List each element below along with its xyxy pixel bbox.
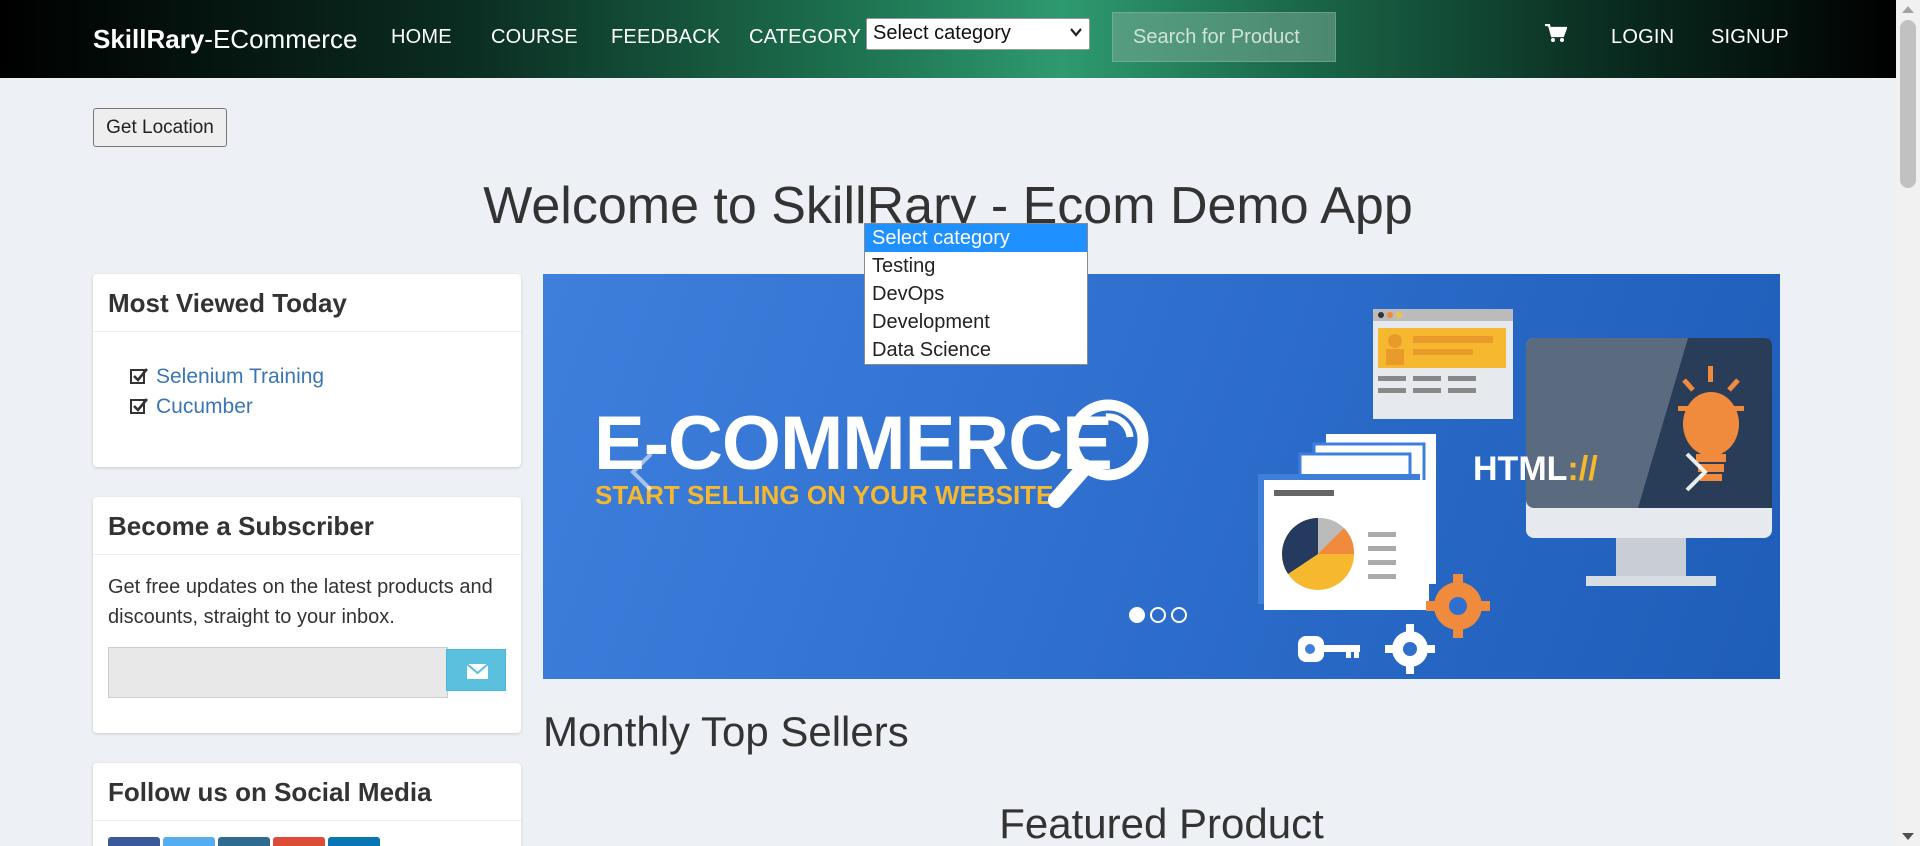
featured-product-heading: Featured Product [999,800,1324,846]
carousel-next-icon[interactable] [1683,452,1709,502]
envelope-icon [466,663,489,679]
carousel-indicators [1129,607,1192,628]
nav-category[interactable]: CATEGORY [749,26,861,49]
checkbox-icon [130,366,149,384]
social-panel: Follow us on Social Media [93,763,521,846]
twitter-button[interactable] [163,837,215,846]
social-buttons [108,837,383,846]
brand-logo[interactable]: SkillRary-ECommerce [93,24,357,55]
top-navbar: SkillRary-ECommerce HOME COURSE FEEDBACK… [0,0,1896,78]
carousel-dot-2[interactable] [1150,607,1166,623]
carousel-prev-icon[interactable] [629,452,655,502]
monitor-html-text: HTML:// [1473,450,1598,488]
email-field[interactable] [108,647,448,698]
subscriber-panel: Become a Subscriber Get free updates on … [93,497,521,733]
page-scrollbar[interactable] [1896,0,1920,846]
scroll-down-arrow-icon[interactable] [1902,833,1914,840]
category-option[interactable]: DevOps [865,280,1087,308]
scroll-up-arrow-icon[interactable] [1902,6,1914,13]
social-title: Follow us on Social Media [93,763,521,821]
monthly-top-sellers-heading: Monthly Top Sellers [543,708,909,755]
cart-icon[interactable] [1545,23,1568,44]
carousel-title: E-COMMERCE [594,401,1113,486]
subscriber-description: Get free updates on the latest products … [108,576,493,628]
category-option[interactable]: Data Science [865,336,1087,364]
scrollbar-thumb[interactable] [1900,20,1916,188]
category-option[interactable]: Select category [865,224,1087,252]
list-item[interactable]: Selenium Training [130,365,324,389]
nav-home[interactable]: HOME [391,26,452,49]
search-input[interactable]: Search for Product [1112,12,1336,62]
subscriber-title: Become a Subscriber [93,497,521,555]
magnifier-icon [1048,399,1149,508]
facebook-button[interactable] [108,837,160,846]
category-dropdown-list[interactable]: Select category Testing DevOps Developme… [864,223,1088,365]
nav-login[interactable]: LOGIN [1611,26,1674,49]
category-select[interactable]: Select category [866,18,1090,50]
nav-course[interactable]: COURSE [491,26,578,49]
linkedin-button[interactable] [328,837,380,846]
list-item[interactable]: Cucumber [130,395,253,419]
carousel-dot-1[interactable] [1129,607,1145,623]
subscribe-button[interactable] [446,649,506,691]
carousel-subtitle: START SELLING ON YOUR WEBSITE [595,480,1054,510]
category-option[interactable]: Testing [865,252,1087,280]
chevron-down-icon [1069,25,1083,42]
get-location-button[interactable]: Get Location [93,108,227,147]
hero-carousel[interactable]: E-COMMERCE START SELLING ON YOUR WEBSITE [543,274,1780,679]
most-viewed-title: Most Viewed Today [93,274,521,332]
nav-feedback[interactable]: FEEDBACK [611,26,720,49]
carousel-dot-3[interactable] [1171,607,1187,623]
tumblr-button[interactable] [218,837,270,846]
category-option[interactable]: Development [865,308,1087,336]
google-plus-button[interactable] [273,837,325,846]
nav-signup[interactable]: SIGNUP [1711,26,1789,49]
checkbox-icon [130,396,149,414]
most-viewed-panel: Most Viewed Today Selenium Training Cucu… [93,274,521,467]
